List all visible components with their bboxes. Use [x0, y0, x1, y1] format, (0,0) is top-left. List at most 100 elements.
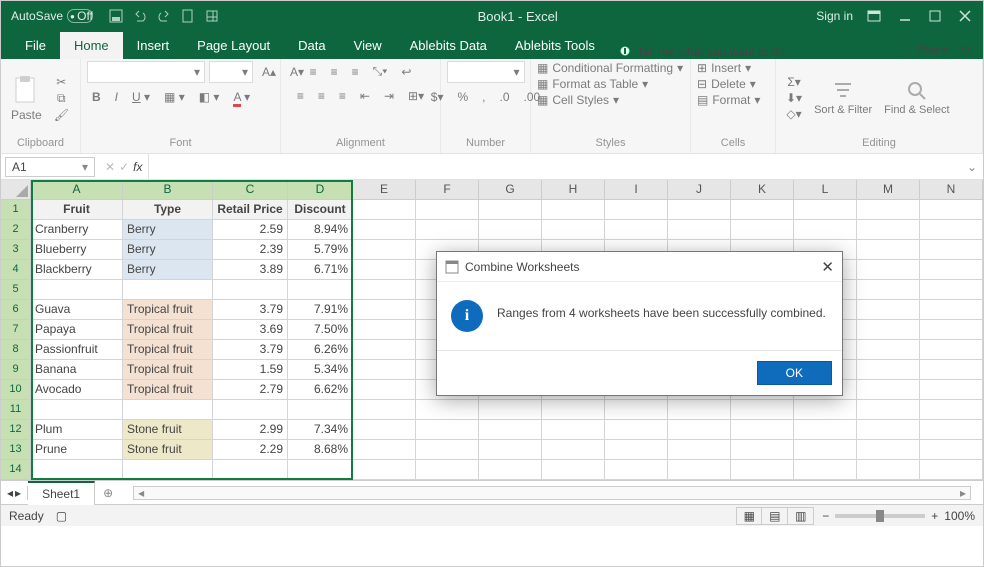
font-size-combo[interactable]: ▾ [209, 61, 253, 83]
zoom-level[interactable]: 100% [944, 509, 975, 523]
clear-icon[interactable]: ◇▾ [786, 107, 801, 121]
col-header[interactable]: A [31, 180, 123, 200]
col-header[interactable]: J [668, 180, 731, 200]
next-sheet-icon[interactable]: ▸ [15, 486, 21, 500]
cell[interactable]: Stone fruit [123, 420, 213, 440]
cell[interactable] [288, 460, 353, 480]
comma-icon[interactable]: , [477, 87, 490, 107]
col-header[interactable]: L [794, 180, 857, 200]
touch-icon[interactable] [205, 9, 219, 23]
sort-filter-button[interactable]: Sort & Filter [810, 76, 876, 120]
macro-record-icon[interactable]: ▢ [56, 509, 67, 523]
cell[interactable] [123, 460, 213, 480]
cell[interactable]: Berry [123, 240, 213, 260]
cell[interactable]: 2.59 [213, 220, 288, 240]
fill-icon[interactable]: ⬇▾ [786, 91, 802, 105]
row-header[interactable]: 14 [1, 460, 31, 480]
row-header[interactable]: 10 [1, 380, 31, 400]
align-top-icon[interactable]: ≡ [305, 62, 322, 82]
cell[interactable]: Papaya [31, 320, 123, 340]
cell[interactable]: Avocado [31, 380, 123, 400]
col-header[interactable]: G [479, 180, 542, 200]
font-name-combo[interactable]: ▾ [87, 61, 205, 83]
cell[interactable] [31, 460, 123, 480]
cell[interactable]: 1.59 [213, 360, 288, 380]
cell[interactable] [123, 400, 213, 420]
border-button[interactable]: ▦ ▾ [159, 87, 190, 107]
row-header[interactable]: 4 [1, 260, 31, 280]
cell[interactable]: Berry [123, 260, 213, 280]
orientation-icon[interactable]: ⤡▾ [368, 61, 393, 82]
paste-button[interactable]: Paste [7, 70, 46, 126]
sign-in-link[interactable]: Sign in [816, 9, 853, 23]
cell[interactable] [288, 400, 353, 420]
col-header[interactable]: F [416, 180, 479, 200]
insert-cells-button[interactable]: ⊞ Insert ▾ [697, 61, 751, 75]
cell[interactable] [31, 280, 123, 300]
cell[interactable]: 2.29 [213, 440, 288, 460]
cell[interactable]: Stone fruit [123, 440, 213, 460]
maximize-icon[interactable] [929, 10, 941, 22]
cell[interactable]: Blackberry [31, 260, 123, 280]
cell[interactable]: 8.94% [288, 220, 353, 240]
cell[interactable]: Tropical fruit [123, 320, 213, 340]
fx-icon[interactable]: fx [133, 160, 142, 174]
cell[interactable] [288, 280, 353, 300]
cell[interactable]: Banana [31, 360, 123, 380]
decrease-indent-icon[interactable]: ⇤ [355, 86, 375, 106]
row-header[interactable]: 7 [1, 320, 31, 340]
cell[interactable]: 3.69 [213, 320, 288, 340]
row-header[interactable]: 11 [1, 400, 31, 420]
cell[interactable]: 2.39 [213, 240, 288, 260]
row-header[interactable]: 1 [1, 200, 31, 220]
autosum-icon[interactable]: Σ▾ [787, 75, 800, 89]
format-cells-button[interactable]: ▤ Format ▾ [697, 93, 760, 107]
increase-decimal-icon[interactable]: .0 [495, 87, 515, 107]
copy-icon[interactable]: ⧉ [57, 91, 66, 106]
cell[interactable]: Tropical fruit [123, 340, 213, 360]
cell[interactable]: Fruit [31, 200, 123, 220]
format-painter-icon[interactable]: 🖌 [54, 108, 69, 122]
cell[interactable]: Tropical fruit [123, 380, 213, 400]
fill-color-button[interactable]: ◧ ▾ [194, 87, 225, 107]
col-header[interactable]: I [605, 180, 668, 200]
col-header[interactable]: M [857, 180, 920, 200]
tab-file[interactable]: File [11, 32, 60, 59]
row-header[interactable]: 5 [1, 280, 31, 300]
tab-ablebits-tools[interactable]: Ablebits Tools [501, 32, 609, 59]
tab-view[interactable]: View [340, 32, 396, 59]
cell[interactable]: 3.79 [213, 300, 288, 320]
cell[interactable]: 2.79 [213, 380, 288, 400]
zoom-slider[interactable] [835, 514, 925, 518]
dialog-close-button[interactable]: ✕ [821, 258, 834, 276]
tell-me-search[interactable]: Tell me what you want to do [619, 45, 785, 59]
col-header[interactable]: D [288, 180, 353, 200]
col-header[interactable]: H [542, 180, 605, 200]
row-header[interactable]: 12 [1, 420, 31, 440]
tab-insert[interactable]: Insert [123, 32, 184, 59]
cell-styles-button[interactable]: ▦ Cell Styles ▾ [537, 93, 619, 107]
cell[interactable] [213, 400, 288, 420]
cut-icon[interactable]: ✂ [56, 75, 66, 89]
cell[interactable]: 5.79% [288, 240, 353, 260]
page-break-view-icon[interactable]: ▥ [788, 507, 814, 525]
cell[interactable]: Retail Price [213, 200, 288, 220]
sheet-tab[interactable]: Sheet1 [28, 481, 95, 505]
align-bottom-icon[interactable]: ≡ [347, 62, 364, 82]
conditional-formatting-button[interactable]: ▦ Conditional Formatting ▾ [537, 61, 683, 75]
increase-indent-icon[interactable]: ⇥ [379, 86, 399, 106]
cell[interactable]: Discount [288, 200, 353, 220]
smiley-icon[interactable]: ☺ [959, 41, 975, 59]
cell[interactable]: 7.34% [288, 420, 353, 440]
cell[interactable] [213, 460, 288, 480]
cell[interactable]: 8.68% [288, 440, 353, 460]
currency-icon[interactable]: $▾ [426, 87, 449, 107]
underline-button[interactable]: U ▾ [127, 87, 155, 107]
close-icon[interactable] [959, 10, 971, 22]
cancel-formula-icon[interactable]: ✕ [105, 160, 115, 174]
autosave-toggle[interactable]: AutoSave ● Off [5, 9, 99, 23]
increase-font-icon[interactable]: A▴ [257, 62, 281, 82]
cell[interactable]: 5.34% [288, 360, 353, 380]
ok-button[interactable]: OK [757, 361, 832, 385]
row-header[interactable]: 6 [1, 300, 31, 320]
